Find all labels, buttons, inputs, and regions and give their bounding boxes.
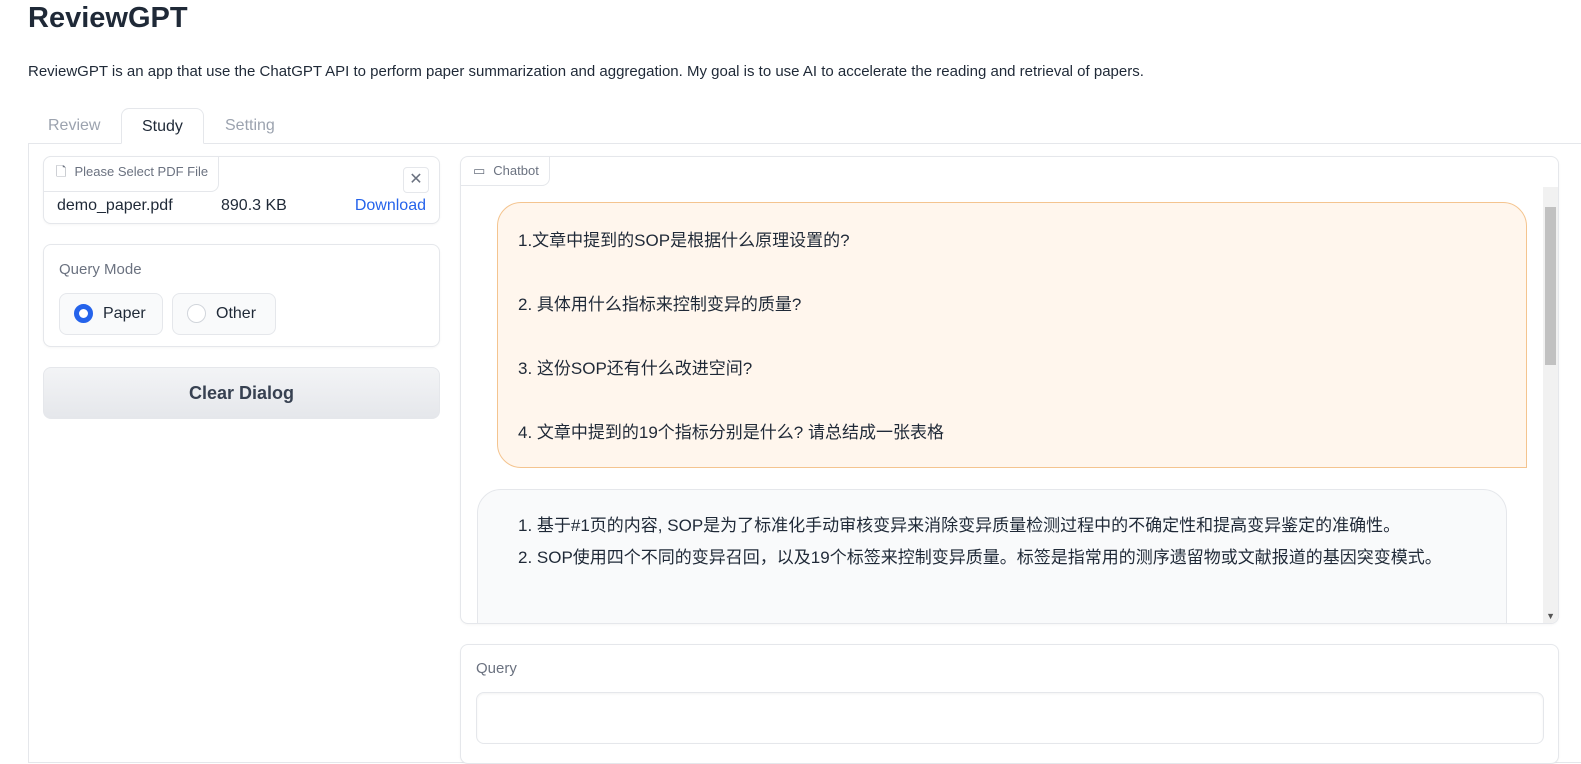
bot-line: 2. SOP使用四个不同的变异召回，以及19个标签来控制变异质量。标签是指常用的… [518, 548, 1442, 567]
chatbot-label: ▭ Chatbot [461, 157, 550, 186]
bot-message: 1. 基于#1页的内容, SOP是为了标准化手动审核变异来消除变异质量检测过程中… [477, 489, 1507, 623]
radio-checked-icon [74, 304, 93, 323]
scroll-down-icon[interactable]: ▼ [1546, 611, 1555, 621]
file-name: demo_paper.pdf [57, 197, 173, 214]
bot-line: 1. 基于#1页的内容, SOP是为了标准化手动审核变异来消除变异质量检测过程中… [518, 516, 1401, 535]
scrollbar-thumb[interactable] [1545, 207, 1556, 365]
radio-unchecked-icon [187, 304, 206, 323]
query-input[interactable] [476, 692, 1544, 744]
tab-setting[interactable]: Setting [205, 108, 295, 144]
query-box: Query [460, 644, 1559, 764]
file-upload[interactable]: 🗋 Please Select PDF File ✕ demo_paper.pdf… [43, 156, 440, 224]
clear-dialog-button[interactable]: Clear Dialog [43, 367, 440, 419]
radio-paper[interactable]: Paper [59, 293, 163, 335]
query-mode-group: Query Mode Paper Other [43, 244, 440, 347]
file-icon: 🗋 [56, 164, 67, 179]
close-icon[interactable]: ✕ [403, 167, 429, 193]
tab-review[interactable]: Review [28, 108, 120, 144]
user-line: 1.文章中提到的SOP是根据什么原理设置的? [518, 231, 850, 250]
chat-icon: ▭ [473, 163, 486, 178]
query-mode-label: Query Mode [59, 261, 142, 278]
tab-study[interactable]: Study [121, 108, 204, 144]
app-title: ReviewGPT [28, 2, 188, 34]
chatbot: ▭ Chatbot 1.文章中提到的SOP是根据什么原理设置的? 2. 具体用什么… [460, 156, 1559, 624]
radio-other[interactable]: Other [172, 293, 276, 335]
app-description: ReviewGPT is an app that use the ChatGPT… [28, 63, 1144, 80]
file-size: 890.3 KB [221, 197, 287, 214]
user-line: 4. 文章中提到的19个指标分别是什么? 请总结成一张表格 [518, 423, 944, 442]
user-message: 1.文章中提到的SOP是根据什么原理设置的? 2. 具体用什么指标来控制变异的质… [497, 202, 1527, 468]
file-label: 🗋 Please Select PDF File [43, 156, 220, 192]
query-label: Query [476, 660, 517, 677]
download-link[interactable]: Download [355, 197, 426, 215]
user-line: 2. 具体用什么指标来控制变异的质量? [518, 295, 802, 314]
user-line: 3. 这份SOP还有什么改进空间? [518, 359, 753, 378]
